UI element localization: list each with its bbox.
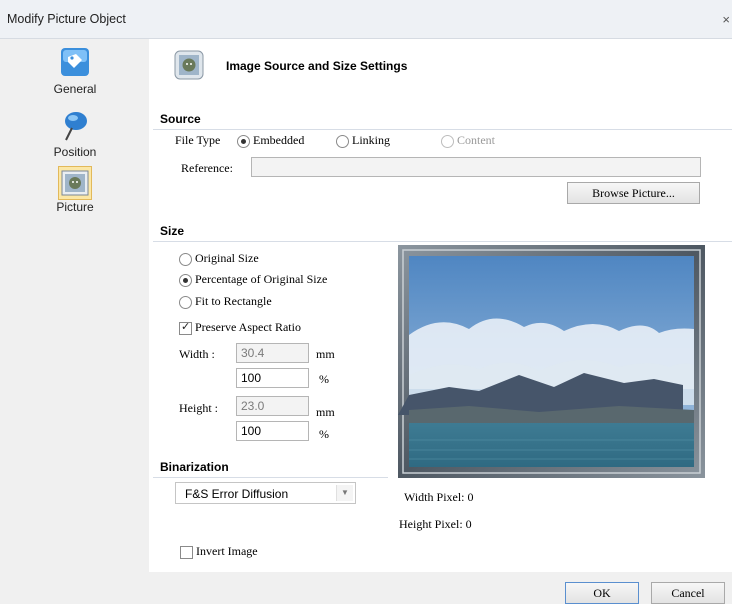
height-unit-percent: % — [319, 427, 329, 441]
width-percent-field[interactable]: 100 — [236, 368, 309, 388]
pushpin-icon — [65, 112, 87, 141]
radio-icon — [179, 295, 192, 309]
radio-fit-rectangle[interactable]: Fit to Rectangle — [179, 294, 272, 309]
binarization-select[interactable]: F&S Error Diffusion ▼ — [175, 482, 356, 504]
radio-icon — [441, 134, 454, 148]
picture-icon — [61, 170, 89, 196]
section-binarization: Binarization — [153, 458, 388, 478]
selected-highlight — [58, 166, 92, 200]
invert-image-checkbox[interactable]: Invert Image — [180, 544, 258, 559]
checkbox-icon — [180, 545, 193, 559]
page-title: Image Source and Size Settings — [226, 59, 408, 73]
picture-preview — [398, 245, 705, 478]
sidebar-item-general[interactable]: General — [40, 45, 110, 96]
sidebar-item-picture[interactable]: Picture — [40, 166, 110, 214]
ok-button[interactable]: OK — [565, 582, 639, 604]
height-unit-mm: mm — [316, 405, 335, 419]
sidebar-item-label: General — [53, 82, 97, 96]
chevron-down-icon[interactable]: ▼ — [336, 485, 353, 501]
radio-icon — [179, 273, 192, 287]
general-tag-icon — [61, 48, 89, 76]
reference-label: Reference: — [181, 161, 233, 175]
sidebar-item-label: Picture — [56, 200, 94, 214]
picture-header-icon — [174, 50, 204, 80]
section-source: Source — [153, 109, 732, 130]
radio-icon — [237, 134, 250, 148]
height-pixel-readout: Height Pixel: 0 — [399, 517, 472, 531]
main-panel: Image Source and Size Settings Source Fi… — [149, 39, 732, 572]
sidebar: General Position Picture — [0, 39, 149, 572]
window-title: Modify Picture Object — [7, 12, 126, 26]
radio-embedded[interactable]: Embedded — [237, 133, 304, 148]
sidebar-item-position[interactable]: Position — [40, 110, 110, 159]
height-mm-field[interactable]: 23.0 — [236, 396, 309, 416]
radio-original-size[interactable]: Original Size — [179, 251, 259, 266]
landscape-preview-image — [398, 245, 705, 478]
radio-content[interactable]: Content — [441, 133, 495, 148]
sidebar-item-label: Position — [53, 145, 97, 159]
browse-picture-button[interactable]: Browse Picture... — [567, 182, 700, 204]
width-unit-percent: % — [319, 372, 329, 386]
reference-field[interactable] — [251, 157, 701, 177]
checkbox-icon — [179, 320, 192, 335]
radio-linking[interactable]: Linking — [336, 133, 390, 148]
close-icon[interactable]: × — [722, 12, 730, 27]
radio-percentage-size[interactable]: Percentage of Original Size — [179, 272, 327, 287]
width-mm-field[interactable]: 30.4 — [236, 343, 309, 363]
radio-icon — [336, 134, 349, 148]
radio-icon — [179, 252, 192, 266]
height-label: Height : — [179, 401, 218, 415]
dialog-footer: OK Cancel — [0, 572, 732, 604]
height-percent-field[interactable]: 100 — [236, 421, 309, 441]
section-size: Size — [153, 221, 732, 242]
width-label: Width : — [179, 347, 215, 361]
cancel-button[interactable]: Cancel — [651, 582, 725, 604]
preserve-aspect-checkbox[interactable]: Preserve Aspect Ratio — [179, 320, 301, 335]
title-bar: Modify Picture Object × — [0, 0, 732, 39]
width-unit-mm: mm — [316, 347, 335, 361]
file-type-label: File Type — [175, 133, 221, 147]
width-pixel-readout: Width Pixel: 0 — [404, 490, 474, 504]
